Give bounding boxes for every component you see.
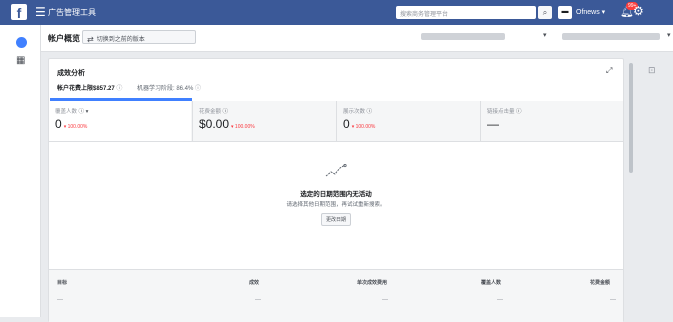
line-chart-icon [49, 163, 623, 181]
metric-reach[interactable]: 覆盖人数 ⓘ ▾ 0 ▾ 100.00% [49, 101, 191, 141]
chevron-down-icon[interactable]: ▾ [543, 31, 547, 39]
metric-impressions[interactable]: 展示次数 ⓘ 0 ▾ 100.00% [337, 101, 480, 141]
metrics-row: 覆盖人数 ⓘ ▾ 0 ▾ 100.00% 花费金额 ⓘ $0.00 ▾ 100.00… [49, 101, 623, 142]
empty-state-title: 选定的日期范围内无活动 [300, 191, 372, 198]
column-header-amount-spent[interactable]: 花费金额 [590, 279, 610, 286]
info-icon[interactable]: ⓘ [367, 109, 373, 115]
card-title: 成效分析 [57, 70, 85, 77]
top-bar: f ☰ 广告管理工具 搜索商务管理平台 ⌕ ▬ Ofnews ▾ 🔔︎ 99+ … [0, 0, 673, 25]
table-cell: — [382, 297, 388, 303]
expand-icon[interactable]: ⤢ [606, 66, 612, 76]
metric-link-clicks-value: — [487, 117, 499, 131]
gear-icon[interactable]: ⚙ [633, 4, 644, 18]
app-title: 广告管理工具 [48, 8, 96, 17]
table-cell: — [255, 297, 261, 303]
info-icon[interactable]: ⓘ [116, 86, 122, 92]
table-cell: — [57, 297, 63, 303]
column-header-reach[interactable]: 覆盖人数 [481, 279, 501, 286]
empty-state-description: 请选择其他日期范围，再试试重新搜索。 [286, 202, 386, 208]
column-header-results[interactable]: 成效 [249, 279, 259, 286]
tab-spending-limit-label: 帐户花费上限$857.27 [57, 86, 115, 92]
info-icon[interactable]: ⓘ [223, 109, 229, 115]
metric-spend-value: $0.00 [199, 117, 230, 131]
scrollbar-thumb[interactable] [629, 63, 633, 173]
metric-link-clicks[interactable]: 链接点击量 ⓘ — [481, 101, 623, 141]
empty-state: 选定的日期范围内无活动 请选择其他日期范围，再试试重新搜索。 更改日期 [49, 163, 623, 226]
globe-icon[interactable] [16, 37, 27, 48]
metric-spend[interactable]: 花费金额 ⓘ $0.00 ▾ 100.00% [193, 101, 336, 141]
active-tab-indicator [50, 98, 192, 101]
metric-link-clicks-label: 链接点击量 [487, 109, 515, 115]
facebook-logo[interactable]: f [11, 4, 27, 21]
switch-icon: ⇄ [87, 35, 94, 44]
tab-learning-phase[interactable]: 机器学习阶段: 86.4% ⓘ [137, 83, 201, 92]
menu-icon[interactable]: ☰ [35, 5, 46, 19]
search-input[interactable]: 搜索商务管理平台 [396, 6, 536, 19]
info-icon[interactable]: ⓘ [195, 86, 201, 92]
metric-spend-change: ▾ 100.00% [231, 124, 255, 130]
info-icon[interactable]: ⓘ [516, 109, 522, 115]
switch-version-button[interactable]: ⇄ 切换到之前的版本 [82, 30, 196, 44]
change-date-button[interactable]: 更改日期 [320, 213, 351, 226]
table-cell: — [610, 297, 616, 303]
account-selector-blurred[interactable] [421, 33, 505, 40]
page-title: 帐户概览 [48, 34, 80, 43]
chevron-down-icon[interactable]: ▾ [667, 31, 671, 39]
search-button[interactable]: ⌕ [538, 6, 552, 19]
table-icon[interactable]: ▦ [16, 55, 25, 66]
tab-learning-phase-label: 机器学习阶段: 86.4% [137, 86, 194, 92]
metric-reach-value: 0 [55, 117, 62, 131]
metric-impressions-label: 展示次数 [343, 109, 366, 115]
info-icon[interactable]: ⓘ ▾ [79, 109, 89, 115]
column-header-cost-per-result[interactable]: 单次成效费用 [357, 279, 387, 286]
column-header-objective[interactable]: 目标 [57, 279, 67, 286]
page-header: 帐户概览 ⇄切换到之前的版本 ▾ ▾ ··· [41, 25, 673, 52]
search-icon: ⌕ [542, 8, 548, 17]
account-switcher[interactable]: Ofnews ▾ [576, 8, 605, 16]
performance-card: 成效分析 ⤢ 帐户花费上限$857.27 ⓘ 机器学习阶段: 86.4% ⓘ 覆… [48, 58, 624, 322]
tab-spending-limit[interactable]: 帐户花费上限$857.27 ⓘ [57, 83, 122, 92]
line-chart-icon-svg [325, 163, 347, 177]
table-cell: — [497, 297, 503, 303]
account-avatar[interactable]: ▬ [558, 6, 572, 19]
metric-spend-label: 花费金额 [199, 109, 222, 115]
switch-version-label: 切换到之前的版本 [96, 37, 145, 43]
metric-impressions-value: 0 [343, 117, 350, 131]
metric-reach-change: ▾ 100.00% [63, 124, 88, 130]
date-range-blurred[interactable] [562, 33, 660, 40]
results-table: 目标 成效 单次成效费用 覆盖人数 花费金额 — — — — — [49, 269, 623, 322]
metric-impressions-change: ▾ 100.00% [351, 124, 376, 130]
side-panel-icon[interactable]: ⊡ [648, 65, 656, 76]
left-navigation: ▦ [0, 25, 41, 317]
metric-reach-label: 覆盖人数 [55, 109, 78, 115]
